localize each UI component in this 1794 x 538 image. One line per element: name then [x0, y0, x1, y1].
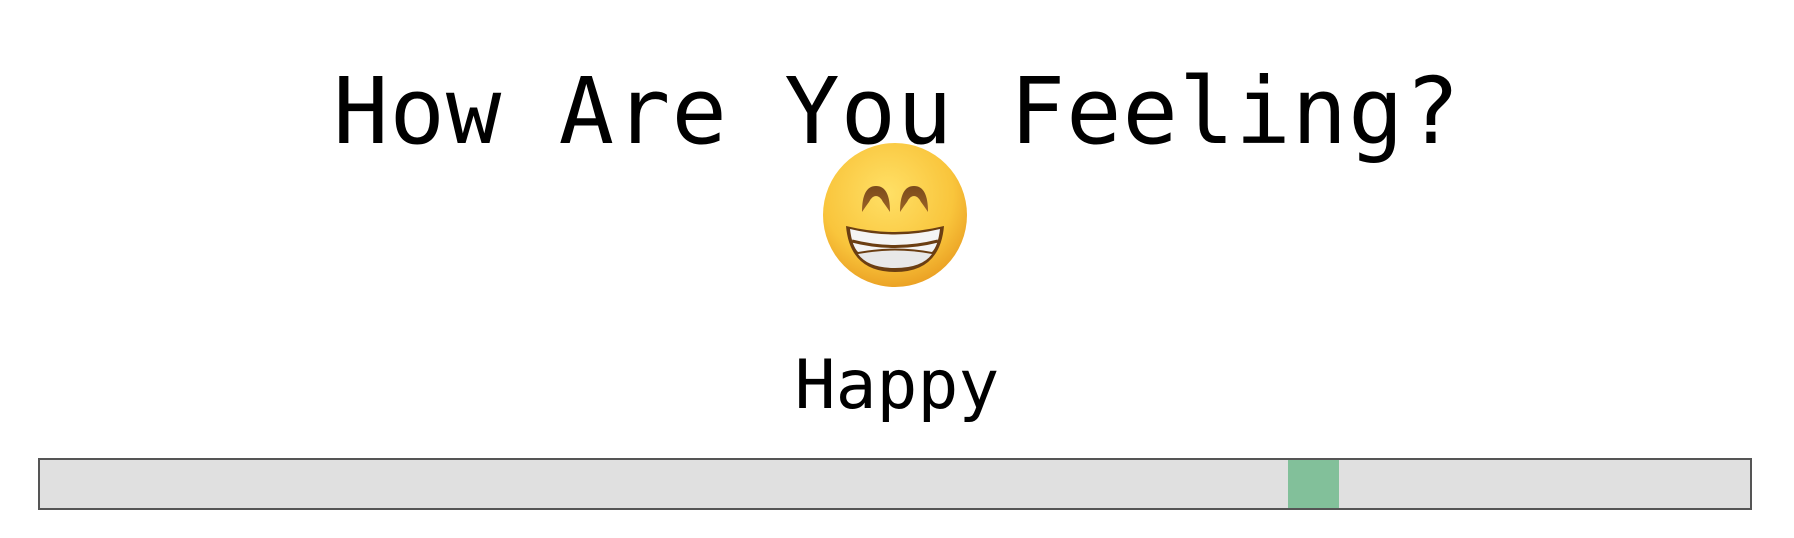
- mood-label: Happy: [794, 346, 1000, 425]
- mood-slider-thumb[interactable]: [1288, 460, 1339, 508]
- grinning-face-icon: [822, 142, 968, 288]
- mood-slider[interactable]: [38, 458, 1752, 510]
